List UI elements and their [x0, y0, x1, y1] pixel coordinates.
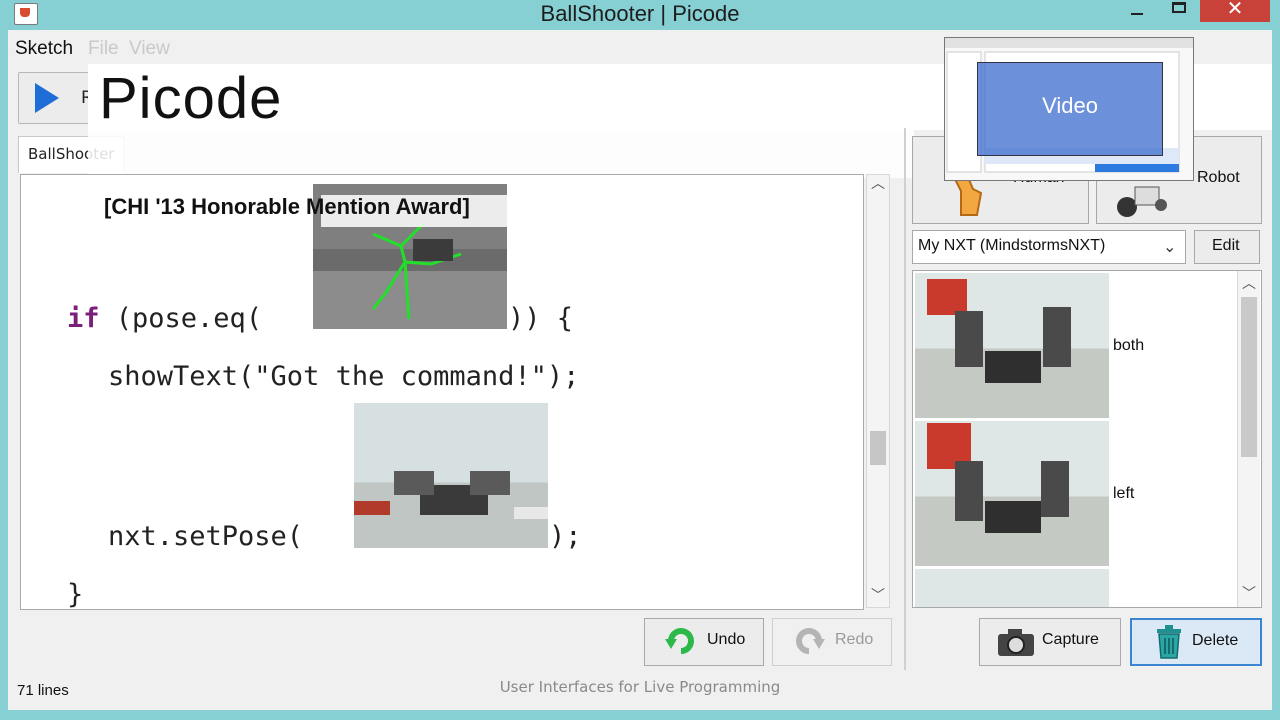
footer-caption: User Interfaces for Live Programming — [499, 678, 781, 696]
maximize-button[interactable] — [1158, 0, 1200, 24]
panel-divider[interactable] — [904, 128, 906, 670]
banner-strip — [88, 130, 914, 178]
nxt-robot-icon — [927, 279, 1071, 383]
pose-list[interactable]: both left ︿ ﹀ — [912, 270, 1262, 608]
pose-photo-partial[interactable] — [915, 569, 1109, 607]
menu-sketch[interactable]: Sketch — [15, 38, 73, 60]
maximize-icon — [1172, 2, 1186, 13]
keyword-if: if — [67, 303, 100, 334]
menu-view[interactable]: View — [129, 38, 170, 60]
pose-photo-both[interactable] — [915, 273, 1109, 418]
nxt-robot-icon — [354, 471, 548, 519]
code-line-showtext: showText("Got the command!"); — [108, 361, 580, 392]
title-bar: BallShooter | Picode ✕ — [0, 0, 1280, 30]
menu-file[interactable]: File — [88, 38, 119, 60]
undo-label: Undo — [707, 631, 746, 648]
undo-button[interactable]: Undo — [644, 618, 764, 666]
award-label: [CHI '13 Honorable Mention Award] — [104, 194, 470, 219]
trash-icon — [1157, 625, 1181, 659]
nxt-robot-icon — [927, 423, 1069, 533]
edit-button[interactable]: Edit — [1194, 230, 1260, 264]
video-overlay[interactable]: Video — [977, 62, 1163, 156]
robot-pose-photo[interactable] — [354, 403, 548, 548]
code-setpose-end: ); — [549, 521, 582, 552]
close-icon: ✕ — [1226, 0, 1244, 20]
redo-label: Redo — [835, 631, 874, 648]
pose-list-scrollbar[interactable]: ︿ ﹀ — [1237, 271, 1260, 607]
close-button[interactable]: ✕ — [1200, 0, 1270, 22]
edit-label: Edit — [1212, 237, 1240, 254]
code-if-end: )) { — [508, 303, 574, 334]
robot-icon — [1117, 186, 1167, 217]
video-thumbnail[interactable]: Video — [944, 37, 1194, 181]
pose-label-both: both — [1113, 337, 1145, 354]
delete-button[interactable]: Delete — [1130, 618, 1262, 666]
code-if-condition: (pose.eq( — [99, 303, 263, 334]
pose-label-left: left — [1113, 485, 1135, 502]
device-select[interactable]: My NXT (MindstormsNXT) ⌄ — [912, 230, 1186, 264]
minimize-button[interactable] — [1112, 0, 1158, 24]
redo-icon — [796, 628, 825, 654]
minimize-icon — [1131, 13, 1143, 15]
delete-label: Delete — [1192, 632, 1239, 649]
redo-button[interactable]: Redo — [772, 618, 892, 666]
window-title: BallShooter | Picode — [540, 1, 740, 26]
scroll-down-icon[interactable]: ﹀ — [868, 587, 888, 605]
banner-title: Picode — [99, 66, 283, 131]
scroll-down-icon[interactable]: ﹀ — [1239, 585, 1259, 603]
play-icon — [35, 83, 59, 113]
device-select-value: My NXT (MindstormsNXT) — [918, 237, 1106, 254]
video-label: Video — [1042, 93, 1098, 118]
camera-icon — [998, 629, 1034, 656]
chevron-down-icon: ⌄ — [1163, 237, 1177, 256]
editor-scroll-thumb[interactable] — [870, 431, 886, 465]
scroll-up-icon[interactable]: ︿ — [1239, 275, 1259, 293]
capture-label: Capture — [1042, 631, 1099, 648]
scroll-up-icon[interactable]: ︿ — [868, 175, 888, 193]
code-line-if: if (pose.eq( — [67, 303, 262, 334]
pose-list-scroll-thumb[interactable] — [1241, 297, 1257, 457]
robot-label: Robot — [1197, 169, 1240, 186]
undo-icon — [665, 628, 694, 654]
capture-button[interactable]: Capture — [979, 618, 1121, 666]
code-line-setpose: nxt.setPose( — [108, 521, 304, 552]
editor-scrollbar[interactable]: ︿ ﹀ — [866, 174, 890, 608]
code-line-close: } — [67, 579, 84, 610]
pose-photo-left[interactable] — [915, 421, 1109, 566]
